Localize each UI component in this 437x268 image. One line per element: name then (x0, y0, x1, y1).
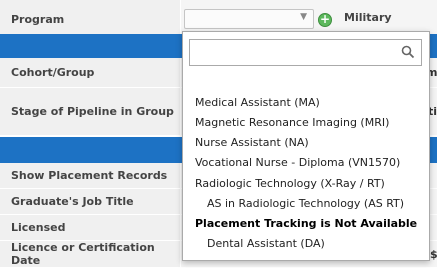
licensed-label: Licensed (0, 215, 180, 241)
graduates-job-title-label: Graduate's Job Title (0, 189, 180, 215)
stage-of-pipeline-label: Stage of Pipeline in Group (0, 88, 180, 136)
option-nurse-assistant[interactable]: Nurse Assistant (NA) (195, 136, 309, 149)
military-label: Military (344, 11, 392, 24)
program-dropdown[interactable]: Medical Assistant (MA) Magnetic Resonanc… (182, 31, 430, 261)
search-icon (401, 45, 415, 59)
program-select[interactable]: ▼ (184, 9, 314, 29)
dropdown-search-input[interactable] (189, 39, 422, 66)
option-radiologic-technology[interactable]: Radiologic Technology (X-Ray / RT) (195, 177, 385, 190)
option-medical-assistant[interactable]: Medical Assistant (MA) (195, 96, 320, 109)
chevron-down-icon: ▼ (300, 12, 307, 22)
option-dental-assistant[interactable]: Dental Assistant (DA) (207, 237, 325, 250)
option-mri[interactable]: Magnetic Resonance Imaging (MRI) (195, 116, 389, 129)
date-right-partial-text: $ (430, 248, 437, 261)
option-vocational-nurse[interactable]: Vocational Nurse - Diploma (VN1570) (195, 156, 400, 169)
option-as-radiologic-technology[interactable]: AS in Radiologic Technology (AS RT) (207, 197, 404, 210)
add-program-button[interactable]: + (318, 13, 332, 27)
cohort-group-label: Cohort/Group (0, 58, 180, 88)
optgroup-placement-not-available: Placement Tracking is Not Available (195, 217, 418, 230)
licence-certification-date-label: Licence or Certification Date (0, 241, 180, 268)
show-placement-records-label: Show Placement Records (0, 163, 180, 189)
